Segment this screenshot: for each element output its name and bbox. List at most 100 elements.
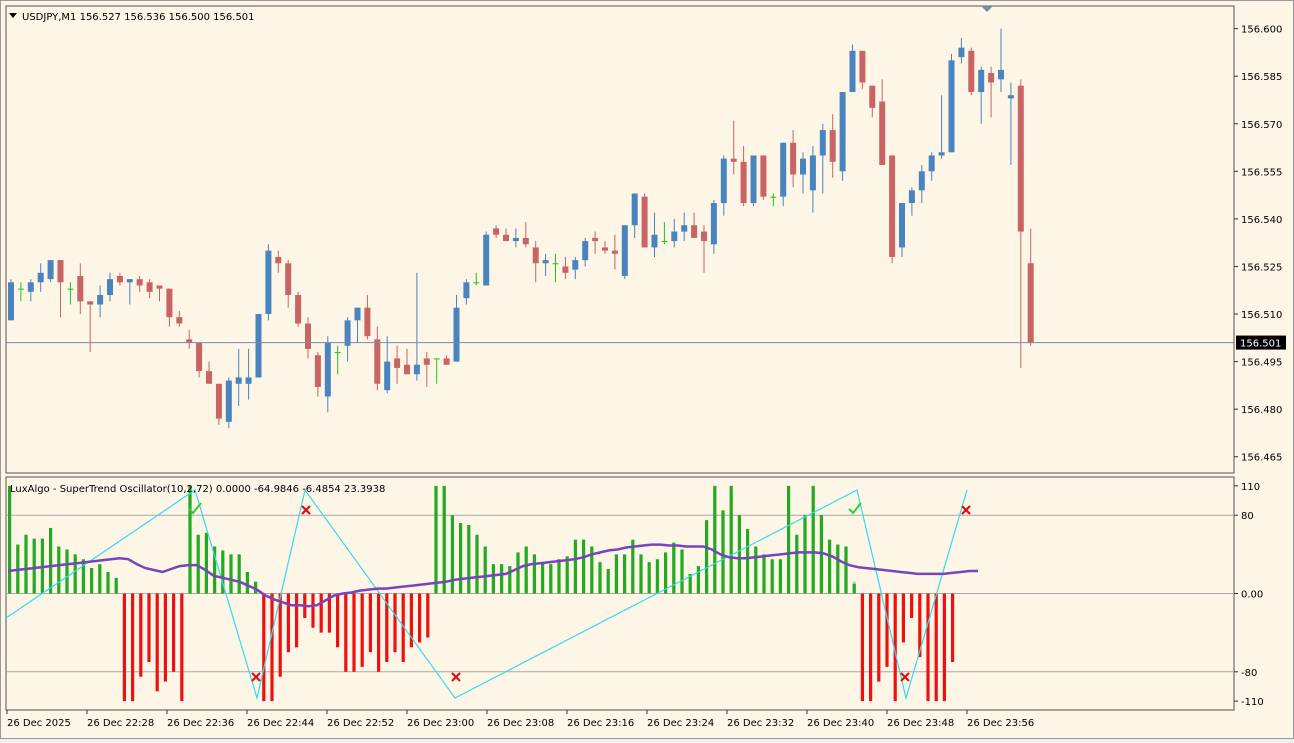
oscillator-bar (828, 539, 832, 594)
oscillator-bar (393, 593, 397, 653)
oscillator-bar (655, 559, 659, 594)
candle-body (255, 314, 262, 378)
price-label: 156.525 (1241, 262, 1282, 273)
candle-body (631, 193, 638, 226)
candle-body (592, 237, 599, 242)
oscillator-bar (582, 539, 586, 594)
candle-body (245, 377, 252, 384)
oscillator-bar (844, 546, 848, 594)
candle-body (314, 355, 321, 387)
candle-body (780, 142, 787, 197)
candle (621, 225, 628, 280)
oscillator-bar (746, 528, 750, 594)
candle-body (651, 234, 658, 248)
oscillator-bar (65, 549, 69, 594)
candle-body (621, 225, 628, 276)
candle-body (146, 282, 153, 292)
candle-body (512, 237, 519, 242)
candle-body (948, 60, 955, 153)
oscillator-label: 80 (1241, 511, 1254, 522)
oscillator-bar (434, 485, 438, 594)
candle-body (364, 307, 371, 337)
oscillator-bar (942, 593, 946, 702)
oscillator-bar (729, 485, 733, 594)
oscillator-bar (901, 593, 905, 643)
candle-body (116, 275, 123, 283)
oscillator-bar (352, 593, 356, 672)
oscillator-bar (721, 510, 725, 594)
candle (265, 244, 272, 321)
candle-body (572, 260, 579, 270)
oscillator-bar (500, 564, 504, 594)
oscillator-bar (57, 546, 61, 594)
oscillator-bar (278, 593, 282, 677)
oscillator-axis: 110 80 0.00 -80 -110 (1234, 482, 1264, 708)
oscillator-bar (418, 593, 422, 643)
candle-body (720, 158, 727, 204)
candle (225, 377, 232, 429)
oscillator-bar (803, 515, 807, 594)
oscillator-bar (491, 564, 495, 594)
oscillator-bar (705, 520, 709, 594)
oscillator-bar (172, 593, 176, 672)
candle-body (869, 85, 876, 108)
candle (839, 92, 846, 181)
candle-body (235, 377, 242, 384)
candle-body (265, 250, 272, 315)
time-label: 26 Dec 22:36 (167, 718, 234, 729)
current-price-label: 156.501 (1240, 339, 1281, 350)
candle-body (136, 279, 143, 286)
candle-body (661, 241, 668, 243)
candle-body (275, 256, 282, 264)
price-panel[interactable] (5, 5, 1235, 474)
candle-body (750, 155, 757, 204)
candle-body (740, 161, 747, 204)
candle (948, 53, 955, 153)
oscillator-bar (934, 593, 938, 702)
price-label: 156.480 (1241, 405, 1282, 416)
oscillator-header: LuxAlgo - SuperTrend Oscillator(10,2,72)… (10, 484, 385, 495)
candle-body (473, 282, 480, 284)
candle (483, 231, 490, 286)
oscillator-bar (73, 554, 77, 594)
oscillator-bar (368, 593, 372, 653)
candle-body (800, 158, 806, 175)
candle-body (196, 342, 203, 372)
candle-body (889, 155, 896, 257)
candle-body (582, 241, 589, 261)
oscillator-bar (754, 546, 758, 594)
candle-body (433, 358, 440, 360)
oscillator-bar (869, 593, 873, 702)
candle-body (968, 50, 975, 93)
candle-body (394, 358, 401, 368)
candle-body (988, 73, 995, 83)
oscillator-bar (664, 552, 668, 594)
oscillator-bar (573, 539, 577, 594)
candle-body (542, 260, 549, 264)
candle-body (1017, 85, 1024, 232)
candle-body (324, 342, 331, 397)
candle (849, 44, 856, 93)
oscillator-bar (229, 554, 233, 594)
oscillator-bar (910, 593, 914, 618)
candle-body (809, 155, 816, 191)
oscillator-bar (524, 546, 528, 594)
candle-body (879, 101, 886, 165)
chart-canvas[interactable]: 156.600 156.585 156.570 156.555 156.540 156.5… (0, 0, 1294, 739)
candle-body (413, 364, 420, 375)
oscillator-bar (647, 562, 651, 594)
chart-window[interactable]: 156.600 156.585 156.570 156.555 156.540 156.5… (0, 0, 1294, 739)
time-label: 26 Dec 23:48 (887, 718, 954, 729)
time-label: 26 Dec 22:44 (247, 718, 314, 729)
candle-body (641, 196, 648, 248)
oscillator-bar (877, 593, 881, 682)
oscillator-bar (565, 556, 569, 594)
candle-body (77, 275, 84, 302)
candle-body (87, 301, 94, 305)
oscillator-bar (311, 593, 315, 628)
candle-body (47, 260, 54, 280)
oscillator-bar (778, 559, 782, 594)
candle-body (701, 231, 707, 242)
time-label: 26 Dec 23:00 (407, 718, 474, 729)
price-label: 156.495 (1241, 358, 1282, 369)
